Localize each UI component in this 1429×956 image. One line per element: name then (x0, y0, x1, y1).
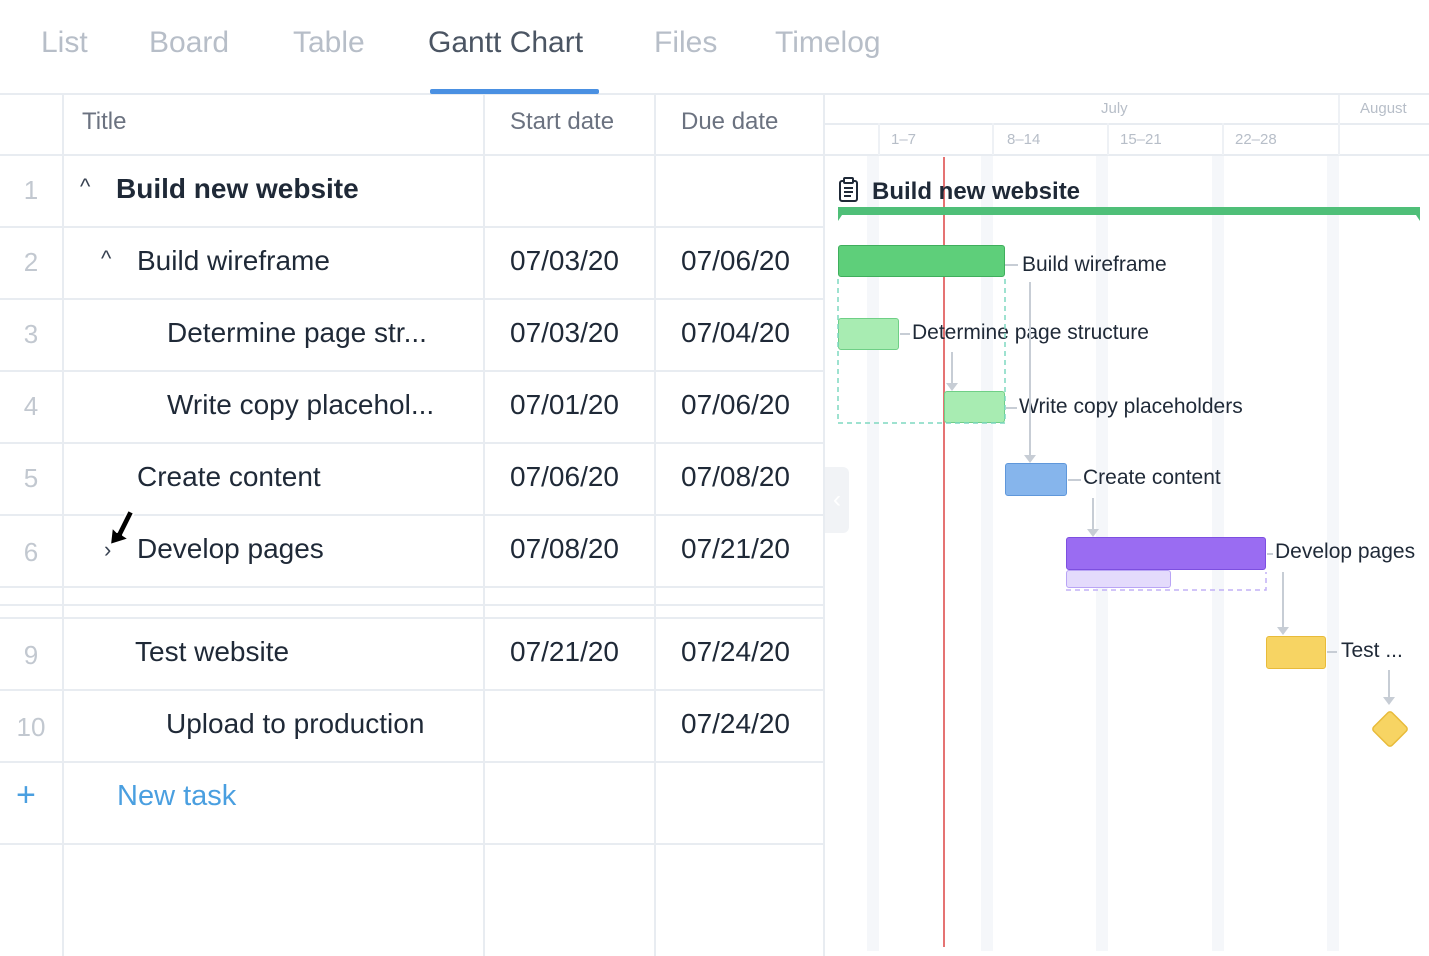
task-title[interactable]: Build wireframe (137, 245, 330, 277)
gantt-bar-label: Test ... (1341, 639, 1403, 662)
month-label: July (1101, 100, 1128, 117)
row-divider (0, 617, 824, 619)
task-due-date[interactable]: 07/06/20 (681, 389, 790, 421)
task-title[interactable]: Create content (137, 461, 321, 493)
task-title[interactable]: Upload to production (166, 708, 424, 740)
gantt-chart: July August 1–7 8–14 15–21 22–28 (825, 95, 1429, 956)
row-number: 6 (23, 537, 39, 567)
task-start-date[interactable]: 07/03/20 (510, 245, 619, 277)
week-label: 8–14 (1007, 131, 1041, 148)
week-label: 1–7 (891, 131, 917, 148)
gantt-bar-create-content[interactable] (1005, 463, 1067, 496)
task-due-date[interactable]: 07/24/20 (681, 636, 790, 668)
task-title[interactable]: Write copy placehol... (167, 389, 434, 421)
week-divider (1222, 123, 1224, 155)
task-start-date[interactable]: 07/01/20 (510, 389, 619, 421)
column-header-start-date[interactable]: Start date (510, 108, 614, 136)
row-number: 9 (23, 640, 39, 670)
tab-timelog[interactable]: Timelog (775, 26, 881, 60)
gantt-bar-test-website[interactable] (1266, 636, 1326, 669)
row-divider (0, 370, 824, 372)
clipboard-icon (839, 177, 858, 202)
row-divider (0, 298, 824, 300)
week-label: 22–28 (1235, 131, 1277, 148)
gantt-bar-develop-pages[interactable] (1066, 537, 1266, 570)
task-due-date[interactable]: 07/04/20 (681, 317, 790, 349)
gantt-bar-write-copy-placeholders[interactable] (944, 391, 1005, 423)
row-number: 1 (23, 175, 39, 205)
task-title[interactable]: Build new website (116, 173, 359, 205)
task-due-date[interactable]: 07/24/20 (681, 708, 790, 740)
gantt-bar-label: Determine page structure (912, 321, 1149, 344)
row-number: 5 (23, 463, 39, 493)
week-divider (878, 123, 880, 155)
row-number: 10 (16, 712, 46, 742)
row-number: 3 (23, 319, 39, 349)
week-divider (992, 123, 994, 155)
milestone-upload-to-production[interactable] (1367, 706, 1413, 752)
active-tab-indicator (430, 89, 599, 94)
column-divider (62, 95, 64, 956)
row-divider (0, 586, 824, 588)
row-divider (0, 442, 824, 444)
task-start-date[interactable]: 07/03/20 (510, 317, 619, 349)
task-due-date[interactable]: 07/21/20 (681, 533, 790, 565)
gantt-bar-label: Build wireframe (1022, 253, 1167, 276)
week-divider (1107, 123, 1109, 155)
chevron-up-icon[interactable]: ^ (80, 174, 90, 200)
task-start-date[interactable]: 07/21/20 (510, 636, 619, 668)
tab-table[interactable]: Table (293, 26, 365, 60)
task-title[interactable]: Develop pages (137, 533, 324, 565)
month-divider (1338, 95, 1340, 155)
task-due-date[interactable]: 07/08/20 (681, 461, 790, 493)
row-divider (0, 604, 824, 606)
project-bar-label: Build new website (872, 178, 1081, 205)
task-due-date[interactable]: 07/06/20 (681, 245, 790, 277)
chevron-up-icon[interactable]: ^ (101, 246, 111, 272)
gantt-subtask-preview-bar (1066, 570, 1171, 588)
task-start-date[interactable]: 07/06/20 (510, 461, 619, 493)
new-task-button[interactable]: New task (117, 780, 236, 813)
tab-list[interactable]: List (41, 26, 88, 60)
row-divider (0, 689, 824, 691)
row-divider (0, 761, 824, 763)
mouse-cursor-icon (109, 509, 135, 546)
view-tabs: List Board Table Gantt Chart Files Timel… (0, 0, 1429, 95)
tab-board[interactable]: Board (149, 26, 229, 60)
task-title[interactable]: Test website (135, 636, 289, 668)
tab-files[interactable]: Files (654, 26, 717, 60)
column-divider (483, 95, 485, 956)
task-start-date[interactable]: 07/08/20 (510, 533, 619, 565)
column-divider (654, 95, 656, 956)
gantt-bar-build-wireframe[interactable] (838, 245, 1005, 277)
gantt-bar-label: Write copy placeholders (1019, 395, 1243, 418)
tab-gantt-chart[interactable]: Gantt Chart (428, 26, 583, 60)
row-number: 2 (23, 247, 39, 277)
month-label: August (1360, 100, 1407, 117)
row-divider (0, 226, 824, 228)
column-header-due-date[interactable]: Due date (681, 108, 778, 136)
gantt-bar-label: Develop pages (1275, 540, 1416, 563)
add-task-plus-icon[interactable]: + (16, 778, 36, 812)
task-title[interactable]: Determine page str... (167, 317, 427, 349)
row-divider (0, 843, 824, 845)
collapse-panel-chevron-left-icon[interactable]: ‹ (825, 467, 849, 533)
row-number: 4 (23, 391, 39, 421)
project-summary-bar[interactable] (838, 207, 1420, 223)
gantt-bar-determine-page-structure[interactable] (838, 318, 899, 350)
gantt-bar-label: Create content (1083, 466, 1221, 489)
row-divider (0, 154, 824, 156)
week-label: 15–21 (1120, 131, 1162, 148)
column-header-title[interactable]: Title (82, 108, 126, 136)
